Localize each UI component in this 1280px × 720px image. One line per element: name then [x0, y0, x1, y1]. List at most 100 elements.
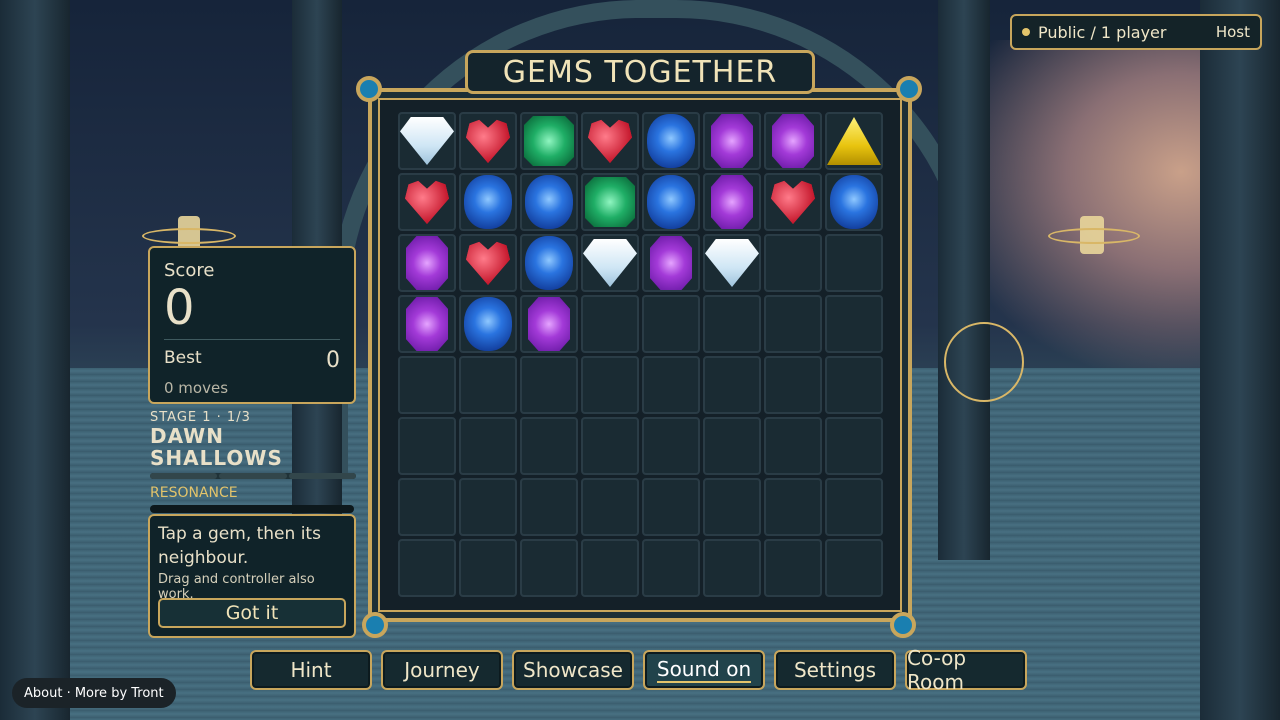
blue-gem-icon[interactable] [464, 297, 512, 351]
grid-cell[interactable] [520, 173, 578, 231]
blue-gem-icon[interactable] [525, 236, 573, 290]
grid-cell[interactable] [581, 417, 639, 475]
purple-gem-icon[interactable] [406, 297, 448, 351]
white-gem-icon[interactable] [583, 239, 637, 287]
purple-gem-icon[interactable] [711, 175, 753, 229]
purple-gem-icon[interactable] [406, 236, 448, 290]
green-gem-icon[interactable] [524, 116, 574, 166]
grid-cell[interactable] [459, 356, 517, 414]
grid-cell[interactable] [764, 234, 822, 292]
purple-gem-icon[interactable] [711, 114, 753, 168]
grid-cell[interactable] [825, 112, 883, 170]
coop-room-button[interactable]: Co-op Room [905, 646, 1027, 694]
grid-cell[interactable] [398, 356, 456, 414]
grid-cell[interactable] [581, 295, 639, 353]
got-it-button[interactable]: Got it [158, 598, 346, 628]
grid-cell[interactable] [520, 295, 578, 353]
blue-gem-icon[interactable] [464, 175, 512, 229]
settings-button[interactable]: Settings [774, 650, 896, 690]
grid-cell[interactable] [520, 478, 578, 536]
grid-cell[interactable] [642, 478, 700, 536]
grid-cell[interactable] [520, 356, 578, 414]
heart-gem-icon[interactable] [588, 119, 632, 163]
grid-cell[interactable] [520, 417, 578, 475]
white-gem-icon[interactable] [705, 239, 759, 287]
purple-gem-icon[interactable] [772, 114, 814, 168]
green-gem-icon[interactable] [585, 177, 635, 227]
grid-cell[interactable] [825, 478, 883, 536]
score-panel: Score 0 Best 0 0 moves [148, 246, 356, 404]
grid-cell[interactable] [642, 234, 700, 292]
grid-cell[interactable] [764, 295, 822, 353]
grid-cell[interactable] [703, 356, 761, 414]
grid-cell[interactable] [459, 295, 517, 353]
blue-gem-icon[interactable] [647, 175, 695, 229]
grid-cell[interactable] [825, 173, 883, 231]
grid-cell[interactable] [703, 173, 761, 231]
grid-cell[interactable] [825, 417, 883, 475]
purple-gem-icon[interactable] [650, 236, 692, 290]
grid-cell[interactable] [642, 539, 700, 597]
grid-cell[interactable] [398, 173, 456, 231]
grid-cell[interactable] [703, 478, 761, 536]
white-gem-icon[interactable] [400, 117, 454, 165]
sound-toggle-button[interactable]: Sound on [643, 650, 765, 690]
grid-cell[interactable] [703, 234, 761, 292]
grid-cell[interactable] [581, 234, 639, 292]
grid-cell[interactable] [459, 417, 517, 475]
grid-cell[interactable] [825, 295, 883, 353]
grid-cell[interactable] [703, 112, 761, 170]
heart-gem-icon[interactable] [466, 241, 510, 285]
grid-cell[interactable] [703, 539, 761, 597]
about-link[interactable]: About · More by Tront [12, 678, 176, 708]
grid-cell[interactable] [764, 173, 822, 231]
grid-cell[interactable] [459, 173, 517, 231]
grid-cell[interactable] [825, 539, 883, 597]
grid-cell[interactable] [581, 539, 639, 597]
grid-cell[interactable] [642, 417, 700, 475]
grid-cell[interactable] [398, 295, 456, 353]
grid-cell[interactable] [764, 478, 822, 536]
grid-cell[interactable] [398, 539, 456, 597]
grid-cell[interactable] [459, 112, 517, 170]
gem-grid [398, 112, 883, 597]
grid-cell[interactable] [764, 417, 822, 475]
grid-cell[interactable] [520, 112, 578, 170]
blue-gem-icon[interactable] [830, 175, 878, 229]
heart-gem-icon[interactable] [771, 180, 815, 224]
grid-cell[interactable] [703, 295, 761, 353]
grid-cell[interactable] [581, 173, 639, 231]
heart-gem-icon[interactable] [405, 180, 449, 224]
grid-cell[interactable] [764, 539, 822, 597]
grid-cell[interactable] [398, 112, 456, 170]
grid-cell[interactable] [459, 234, 517, 292]
grid-cell[interactable] [459, 478, 517, 536]
grid-cell[interactable] [642, 173, 700, 231]
grid-cell[interactable] [642, 356, 700, 414]
showcase-button[interactable]: Showcase [512, 650, 634, 690]
session-status[interactable]: Public / 1 player Host [1010, 14, 1262, 50]
grid-cell[interactable] [642, 112, 700, 170]
grid-cell[interactable] [398, 478, 456, 536]
heart-gem-icon[interactable] [466, 119, 510, 163]
journey-button[interactable]: Journey [381, 650, 503, 690]
grid-cell[interactable] [581, 356, 639, 414]
grid-cell[interactable] [825, 234, 883, 292]
grid-cell[interactable] [581, 112, 639, 170]
grid-cell[interactable] [825, 356, 883, 414]
grid-cell[interactable] [398, 234, 456, 292]
grid-cell[interactable] [520, 234, 578, 292]
grid-cell[interactable] [520, 539, 578, 597]
hint-button[interactable]: Hint [250, 650, 372, 690]
grid-cell[interactable] [703, 417, 761, 475]
grid-cell[interactable] [398, 417, 456, 475]
purple-gem-icon[interactable] [528, 297, 570, 351]
grid-cell[interactable] [764, 112, 822, 170]
grid-cell[interactable] [581, 478, 639, 536]
yellow-gem-icon[interactable] [827, 117, 881, 165]
grid-cell[interactable] [764, 356, 822, 414]
blue-gem-icon[interactable] [647, 114, 695, 168]
blue-gem-icon[interactable] [525, 175, 573, 229]
grid-cell[interactable] [642, 295, 700, 353]
grid-cell[interactable] [459, 539, 517, 597]
